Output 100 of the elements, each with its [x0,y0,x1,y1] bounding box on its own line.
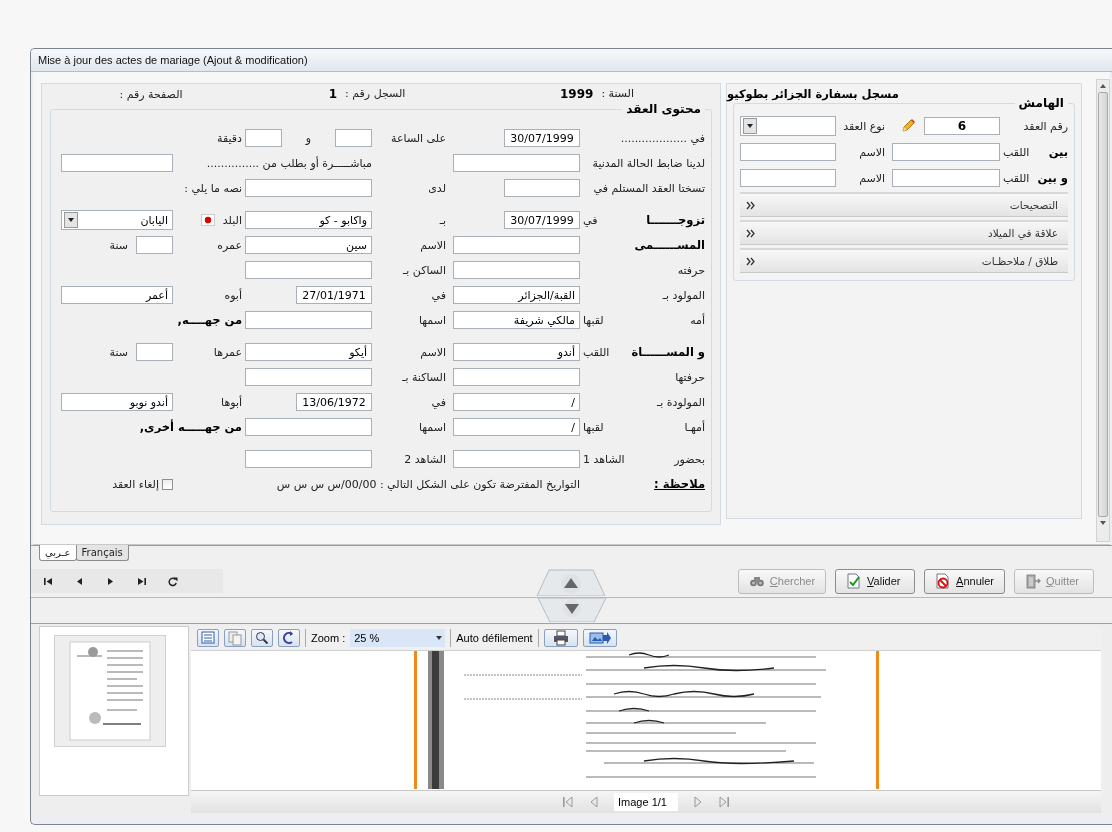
text-field[interactable] [740,169,836,187]
text-field[interactable]: أيكو [245,343,372,361]
field-label: اللقب [583,345,610,359]
page-field[interactable]: Image 1/1 [614,793,678,811]
toolbar-button[interactable] [251,629,273,647]
export-button[interactable] [582,629,617,647]
accordion-header[interactable]: طلاق / ملاحظـات [740,250,1068,273]
field-label: حرفتها [675,370,705,384]
text-field[interactable]: 6 [924,117,1000,135]
field-label: حرفته [677,263,705,277]
text-field[interactable] [245,311,372,329]
page-view-icon [200,630,216,646]
text-field[interactable]: مالكي شريفة [453,311,580,329]
field-label: و [305,131,312,145]
field-label: لقبها [583,313,604,327]
field-label: أمهـا [684,420,705,434]
field-label: مباشـــــرة أو بطلب من ............... [206,156,372,170]
text-field[interactable] [335,129,372,147]
last-page-icon[interactable] [718,796,730,808]
action-button[interactable]: Annuler [924,568,1005,594]
note-title: ملاحظة : [654,477,705,491]
checkbox[interactable] [162,478,173,490]
text-field[interactable] [892,143,1000,161]
document-check-icon [846,573,863,589]
text-field[interactable] [136,236,173,254]
previous-icon[interactable] [74,575,85,587]
text-field[interactable]: / [453,393,580,411]
field-label: أمه [690,313,705,327]
skip-forward-icon[interactable] [136,575,147,587]
field-label: لقبها [583,420,604,434]
accordion-header[interactable]: التصحيحات [740,194,1068,217]
refresh-icon[interactable] [167,575,178,587]
field-label: المولود بـ [662,288,705,302]
text-field[interactable] [453,450,580,468]
text-field[interactable] [245,368,372,386]
field-label: في [583,213,598,227]
first-page-icon[interactable] [562,796,574,808]
text-field[interactable] [245,261,372,279]
autoscroll-label: Auto défilement [456,632,533,644]
chevron-icon [746,256,756,266]
text-field[interactable] [453,154,580,172]
field-label: أبوه [224,288,242,302]
text-field[interactable] [245,129,282,147]
text-field[interactable]: واكابو - كو [245,211,372,229]
text-field[interactable]: أندو [453,343,580,361]
dropdown[interactable]: اليابان [61,210,173,230]
text-field[interactable]: أندو نوبو [61,393,173,411]
previous-page-icon[interactable] [588,796,600,808]
text-field[interactable]: 13/06/1972 [296,393,372,411]
text-field[interactable] [453,236,580,254]
chevron-icon [746,200,756,210]
field-label: لدى [428,181,446,195]
page-label: الصفحة رقم : [119,87,183,101]
text-field[interactable]: 30/07/1999 [504,129,580,147]
tab[interactable]: عـربي [39,545,77,561]
section-label: من جهـــــه أخرى, [139,420,242,434]
text-field[interactable] [740,143,836,161]
text-field[interactable]: القبة/الجزائر [453,286,580,304]
skip-back-icon[interactable] [43,575,54,587]
year-value: 1999 [560,87,594,101]
section-title: الهامش [1017,96,1065,110]
next-page-icon[interactable] [692,796,704,808]
accordion-header[interactable]: علاقة في الميلاد [740,222,1068,245]
field-label: عمرها [213,345,242,359]
next-icon[interactable] [105,575,116,587]
text-field[interactable] [245,179,372,197]
text-field[interactable]: 27/01/1971 [296,286,372,304]
chevron-icon [746,228,756,238]
text-field[interactable] [245,450,372,468]
up-arrow-button[interactable] [534,566,607,596]
text-field[interactable] [61,154,173,172]
text-field[interactable]: / [453,418,580,436]
note-text: التواريخ المفترضة تكون على الشكل التالي : 00/00/س س س س [276,477,580,491]
pencil-icon[interactable] [900,118,916,134]
text-field[interactable] [453,368,580,386]
text-field[interactable] [504,179,580,197]
section-label: المســــــمى [634,238,705,252]
field-label: اسمها [418,420,446,434]
cancel-icon [935,573,952,589]
printer-icon [552,630,569,646]
text-field[interactable] [136,343,173,361]
text-field[interactable] [245,418,372,436]
vertical-scrollbar[interactable] [1096,79,1110,542]
text-field[interactable] [453,261,580,279]
text-field[interactable]: سين [245,236,372,254]
field-label: رقم العقد [1023,119,1068,133]
text-field[interactable]: أعمر [61,286,173,304]
field-label: اللقب [1003,145,1030,159]
text-field[interactable]: 30/07/1999 [504,211,580,229]
section-label: تزوجـــــــا [646,213,705,227]
section-label: و المســــــاة [631,345,705,359]
field-label: الاسم [420,345,446,359]
down-arrow-button[interactable] [535,598,608,622]
print-button[interactable] [543,629,578,647]
tab[interactable]: Français [75,545,129,561]
field-label: الشاهد 1 [583,452,625,466]
toolbar-button[interactable] [278,629,300,647]
zoom-dropdown[interactable]: 25 % [350,629,446,647]
action-button[interactable]: Valider [835,568,916,594]
text-field[interactable] [892,169,1000,187]
